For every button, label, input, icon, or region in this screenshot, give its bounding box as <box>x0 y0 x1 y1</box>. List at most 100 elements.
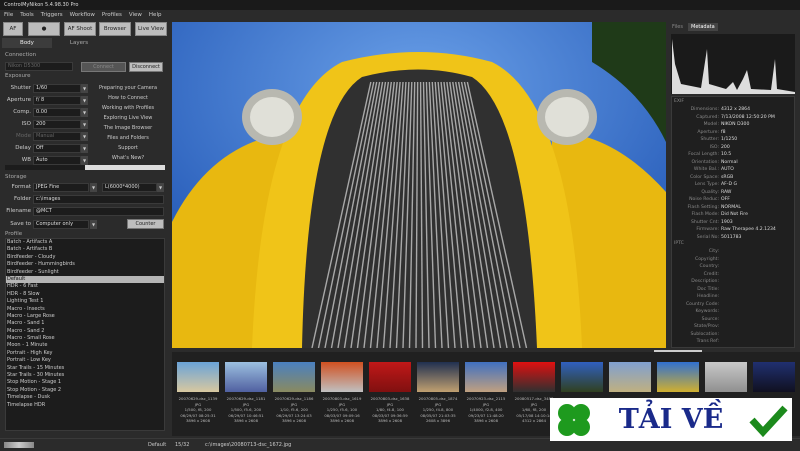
chevron-down-icon[interactable]: ▼ <box>81 96 88 105</box>
exposure-shutter-select[interactable]: 1/60 <box>33 84 81 93</box>
help-link[interactable]: Working with Profiles <box>90 105 166 111</box>
chevron-down-icon[interactable]: ▼ <box>81 132 88 141</box>
thumbnail[interactable]: 20070629-dsc_1139 JPG 1/500, f8, 200 06/29/… <box>175 362 221 424</box>
menu-tools[interactable]: Tools <box>20 12 34 19</box>
connect-button[interactable]: Connect <box>81 62 126 72</box>
exposure-wb-select[interactable]: Auto <box>33 156 81 165</box>
profile-item[interactable]: Moon - 1 Minute <box>6 342 164 349</box>
thumbnail[interactable]: 20070803-dsc_1619 JPG 1/250, f5.6, 100 08/0… <box>319 362 365 424</box>
counter-button[interactable]: Counter <box>127 219 164 229</box>
profile-item[interactable]: Batch - Artifacts B <box>6 246 164 253</box>
folder-input[interactable]: c:\images <box>33 195 164 204</box>
thumbnail[interactable] <box>703 362 749 396</box>
profile-item[interactable]: Macro - Sand 1 <box>6 320 164 327</box>
profile-item[interactable]: Star Trails - 30 Minutes <box>6 372 164 379</box>
chevron-down-icon[interactable]: ▼ <box>81 120 88 129</box>
thumbnail[interactable]: 20070629-dsc_1186 JPG 1/10, f5.6, 200 06/29… <box>271 362 317 424</box>
chevron-down-icon[interactable]: ▼ <box>81 144 88 153</box>
af-button[interactable]: AF <box>3 22 23 36</box>
help-link[interactable]: Preparing your Camera <box>90 85 166 91</box>
exposure-comp-select[interactable]: 0.00 <box>33 108 81 117</box>
chevron-down-icon[interactable]: ▼ <box>90 183 97 192</box>
thumbnail[interactable]: 20070629-dsc_1181 JPG 1/500, f5.6, 200 06/2… <box>223 362 269 424</box>
profile-item[interactable]: Macro - Insects <box>6 306 164 313</box>
chevron-down-icon[interactable]: ▼ <box>81 108 88 117</box>
tab-files[interactable]: Files <box>672 24 683 30</box>
help-link[interactable]: What's New? <box>90 155 166 161</box>
menu-help[interactable]: Help <box>149 12 162 19</box>
exposure-label: ISO <box>21 121 31 127</box>
iptc-row: Copyright: <box>674 256 792 264</box>
help-link[interactable]: Files and Folders <box>90 135 166 141</box>
iptc-title: IPTC <box>674 241 684 246</box>
saveto-select[interactable]: Computer only <box>33 220 89 229</box>
profile-item[interactable]: Timelapse HDR <box>6 402 164 409</box>
chevron-down-icon[interactable]: ▼ <box>157 183 164 192</box>
exif-value: sRGB <box>721 174 734 180</box>
disconnect-button[interactable]: Disconnect <box>129 62 163 72</box>
camera-select[interactable]: Nikon D5300 <box>5 62 73 71</box>
exposure-iso-select[interactable]: 200 <box>33 120 81 129</box>
profile-item[interactable]: Portrait - High Key <box>6 350 164 357</box>
menu-view[interactable]: View <box>129 12 142 19</box>
thumbnail[interactable]: 20070923-dsc_2115 JPG 1/4000, f2.8, 400 09/… <box>463 362 509 424</box>
chevron-down-icon[interactable]: ▼ <box>81 84 88 93</box>
exposure-aperture-select[interactable]: f/ 8 <box>33 96 81 105</box>
profile-item[interactable]: Birdfeeder - Hummingbirds <box>6 261 164 268</box>
filename-input[interactable]: @MCT <box>33 207 164 216</box>
thumbnail[interactable]: 20070805-dsc_1874 JPG 1/250, f4.8, 800 08/0… <box>415 362 461 424</box>
iptc-row: Headline: <box>674 293 792 301</box>
exposure-mode-select[interactable]: Manual <box>33 132 81 141</box>
profile-item[interactable]: Batch - Artifacts A <box>6 239 164 246</box>
iptc-key: State/Prov: <box>693 324 719 329</box>
exif-row: Flash Setting: NORMAL <box>674 204 792 212</box>
help-link[interactable]: Exploring Live View <box>90 115 166 121</box>
exif-row: Aperture: f8 <box>674 129 792 137</box>
image-preview[interactable] <box>172 22 666 348</box>
menu-workflow[interactable]: Workflow <box>70 12 95 19</box>
profile-item[interactable]: Macro - Sand 2 <box>6 328 164 335</box>
help-link[interactable]: How to Connect <box>90 95 166 101</box>
menu-profiles[interactable]: Profiles <box>102 12 122 19</box>
browser-button[interactable]: Browser <box>99 22 131 36</box>
chevron-down-icon[interactable]: ▼ <box>81 156 88 165</box>
help-link[interactable]: Support <box>90 145 166 151</box>
profile-item[interactable]: Macro - Small Rose <box>6 335 164 342</box>
profile-item[interactable]: Default <box>6 275 164 284</box>
exposure-delay-select[interactable]: Off <box>33 144 81 153</box>
exif-value: AF-D G <box>721 182 737 187</box>
iptc-key: Doc Title: <box>697 286 719 292</box>
size-select[interactable]: L(6000*4000) <box>102 183 157 192</box>
tab-layers[interactable]: Layers <box>54 38 104 48</box>
tab-body[interactable]: Body <box>2 38 52 48</box>
profile-item[interactable]: HDR - 8 Slow <box>6 291 164 298</box>
profile-item[interactable]: Stop Motion - Stage 1 <box>6 379 164 386</box>
exif-row: Captured: 7/13/2008 12:50:20 PM <box>674 114 792 122</box>
profile-item[interactable]: Portrait - Low Key <box>6 357 164 364</box>
chevron-down-icon[interactable]: ▼ <box>90 220 97 229</box>
menu-file[interactable]: File <box>4 12 13 19</box>
profile-item[interactable]: Timelapse - Dusk <box>6 394 164 401</box>
thumbnail[interactable]: 20070803-dsc_1638 JPG 1/80, f4.8, 100 08/03… <box>367 362 413 424</box>
format-select[interactable]: JPEG Fine <box>33 183 89 192</box>
af-shoot-button[interactable]: AF Shoot <box>64 22 96 36</box>
profile-item[interactable]: HDR - 6 Fast <box>6 283 164 290</box>
profile-list[interactable]: Batch - Artifacts A Batch - Artifacts B Bi… <box>5 238 165 431</box>
profile-item[interactable]: Lighting Test 1 <box>6 298 164 305</box>
thumbnail-size: 3896 x 2608 <box>330 418 354 423</box>
profile-item[interactable]: Stop Motion - Stage 2 <box>6 387 164 394</box>
profile-item[interactable]: Macro - Large Rose <box>6 313 164 320</box>
thumbnail[interactable] <box>559 362 605 396</box>
thumbnail[interactable] <box>655 362 701 396</box>
live-view-button[interactable]: Live View <box>135 22 167 36</box>
capture-button[interactable]: ● <box>28 22 60 36</box>
tab-metadata[interactable]: Metadata <box>688 23 718 31</box>
profile-item[interactable]: Birdfeeder - Cloudy <box>6 254 164 261</box>
profile-item[interactable]: Birdfeeder - Sunlight <box>6 269 164 276</box>
title-bar: ControlMyNikon 5.4.98.30 Pro <box>0 0 800 10</box>
help-link[interactable]: The Image Browser <box>90 125 166 131</box>
profile-item[interactable]: Star Trails - 15 Minutes <box>6 365 164 372</box>
thumbnail[interactable] <box>751 362 797 396</box>
menu-triggers[interactable]: Triggers <box>41 12 63 19</box>
thumbnail[interactable] <box>607 362 653 396</box>
